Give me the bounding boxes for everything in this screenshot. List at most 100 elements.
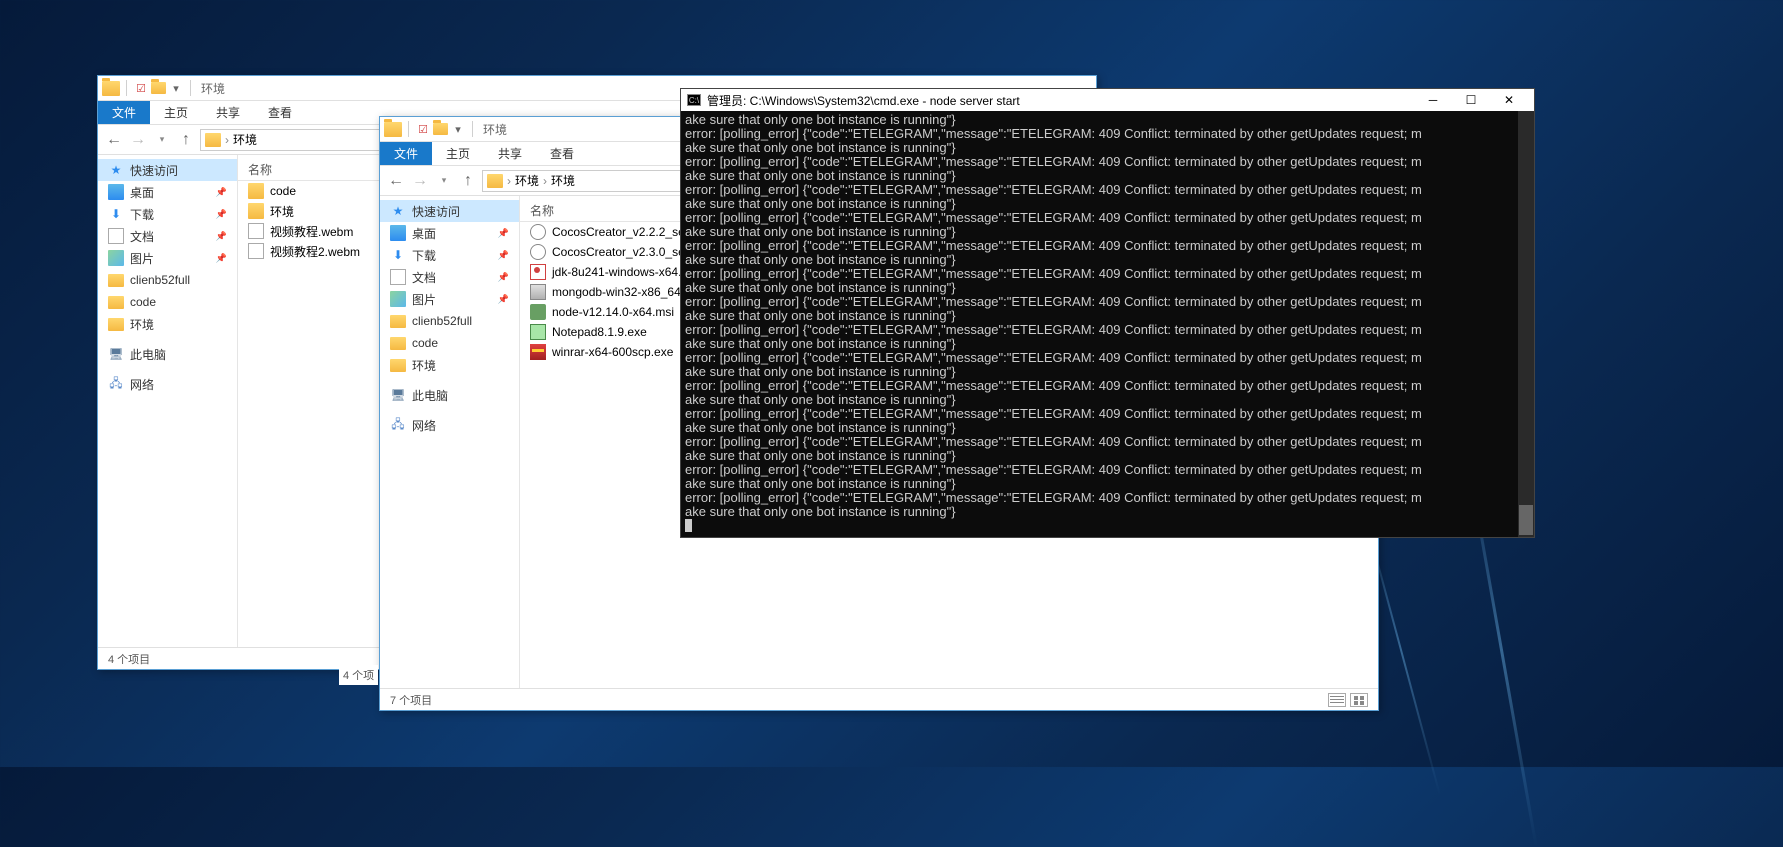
msi-icon — [530, 284, 546, 300]
tab-home[interactable]: 主页 — [432, 142, 484, 165]
pin-icon: 📌 — [498, 250, 509, 261]
pictures-icon — [390, 291, 406, 307]
forward-icon[interactable]: → — [410, 171, 430, 191]
path-segment[interactable]: 环境 — [551, 172, 575, 189]
pin-icon: 📌 — [216, 209, 227, 220]
minimize-button[interactable]: ─ — [1414, 90, 1452, 110]
chevron-right-icon[interactable]: › — [225, 133, 229, 147]
status-bar: 7 个项目 — [380, 688, 1378, 710]
sidebar-desktop[interactable]: 桌面📌 — [380, 222, 519, 244]
sidebar-documents[interactable]: 文档📌 — [98, 225, 237, 247]
scrollbar-thumb[interactable] — [1519, 505, 1533, 535]
sidebar-network[interactable]: 🖧网络 — [98, 373, 237, 395]
sidebar-quick-access[interactable]: ★快速访问 — [98, 159, 237, 181]
folder-icon — [390, 315, 406, 328]
sidebar-folder[interactable]: code — [98, 291, 237, 313]
forward-icon[interactable]: → — [128, 130, 148, 150]
sidebar-quick-access[interactable]: ★快速访问 — [380, 200, 519, 222]
tab-view[interactable]: 查看 — [536, 142, 588, 165]
sidebar-this-pc[interactable]: 🖥此电脑 — [98, 343, 237, 365]
sidebar-network[interactable]: 🖧网络 — [380, 414, 519, 436]
recent-icon[interactable]: ▾ — [152, 130, 172, 150]
sidebar-documents[interactable]: 文档📌 — [380, 266, 519, 288]
folder-icon[interactable] — [151, 82, 166, 94]
dropdown-icon[interactable]: ▾ — [450, 121, 466, 137]
npp-icon — [530, 324, 546, 340]
chevron-right-icon[interactable]: › — [543, 174, 547, 188]
details-view-icon[interactable] — [1328, 693, 1346, 707]
document-icon — [390, 269, 406, 285]
status-partial: 4 个项 — [339, 665, 378, 685]
file-name: 视频教程.webm — [270, 223, 353, 240]
file-name: code — [270, 184, 296, 198]
sidebar-folder[interactable]: clienb52full — [380, 310, 519, 332]
tab-share[interactable]: 共享 — [484, 142, 536, 165]
pin-icon: 📌 — [216, 187, 227, 198]
sidebar-folder[interactable]: 环境 — [380, 354, 519, 376]
sidebar-downloads[interactable]: ⬇下载📌 — [98, 203, 237, 225]
navigation-sidebar: ★快速访问 桌面📌 ⬇下载📌 文档📌 图片📌 clienb52full code… — [98, 155, 238, 647]
sidebar-downloads[interactable]: ⬇下载📌 — [380, 244, 519, 266]
scrollbar[interactable] — [1518, 111, 1534, 537]
cocos-icon — [530, 244, 546, 260]
file-name: 环境 — [270, 203, 294, 220]
file-name: winrar-x64-600scp.exe — [552, 345, 673, 359]
sidebar-pictures[interactable]: 图片📌 — [380, 288, 519, 310]
window-title: 环境 — [483, 121, 507, 138]
cocos-icon — [530, 224, 546, 240]
pc-icon: 🖥 — [108, 346, 124, 362]
sidebar-this-pc[interactable]: 🖥此电脑 — [380, 384, 519, 406]
sidebar-folder[interactable]: clienb52full — [98, 269, 237, 291]
path-segment[interactable]: 环境 — [515, 172, 539, 189]
up-icon[interactable]: ↑ — [458, 171, 478, 191]
back-icon[interactable]: ← — [104, 130, 124, 150]
star-icon: ★ — [108, 162, 124, 178]
pictures-icon — [108, 250, 124, 266]
webm-icon — [248, 223, 264, 239]
chevron-right-icon[interactable]: › — [507, 174, 511, 188]
pin-icon: 📌 — [216, 253, 227, 264]
tab-file[interactable]: 文件 — [380, 142, 432, 165]
folder-icon — [248, 203, 264, 219]
folder-icon — [102, 81, 120, 96]
sidebar-folder[interactable]: code — [380, 332, 519, 354]
dropdown-icon[interactable]: ▾ — [168, 80, 184, 96]
path-segment[interactable]: 环境 — [233, 131, 257, 148]
download-icon: ⬇ — [390, 247, 406, 263]
tab-share[interactable]: 共享 — [202, 101, 254, 124]
cmd-window[interactable]: C:\ 管理员: C:\Windows\System32\cmd.exe - n… — [680, 88, 1535, 538]
check-icon[interactable]: ☑ — [133, 80, 149, 96]
cursor — [685, 519, 692, 532]
check-icon[interactable]: ☑ — [415, 121, 431, 137]
file-name: node-v12.14.0-x64.msi — [552, 305, 674, 319]
tab-file[interactable]: 文件 — [98, 101, 150, 124]
cmd-titlebar[interactable]: C:\ 管理员: C:\Windows\System32\cmd.exe - n… — [681, 89, 1534, 111]
folder-icon — [487, 174, 503, 188]
cmd-title: 管理员: C:\Windows\System32\cmd.exe - node … — [707, 92, 1020, 109]
folder-icon — [248, 183, 264, 199]
close-button[interactable]: ✕ — [1490, 90, 1528, 110]
sidebar-desktop[interactable]: 桌面📌 — [98, 181, 237, 203]
star-icon: ★ — [390, 203, 406, 219]
tab-view[interactable]: 查看 — [254, 101, 306, 124]
network-icon: 🖧 — [108, 376, 124, 392]
icons-view-icon[interactable] — [1350, 693, 1368, 707]
node-icon — [530, 304, 546, 320]
folder-icon — [108, 318, 124, 331]
maximize-button[interactable]: ☐ — [1452, 90, 1490, 110]
item-count: 4 个项目 — [108, 651, 150, 667]
recent-icon[interactable]: ▾ — [434, 171, 454, 191]
document-icon — [108, 228, 124, 244]
cmd-output[interactable]: ake sure that only one bot instance is r… — [681, 111, 1534, 537]
file-name: jdk-8u241-windows-x64.exe — [552, 265, 701, 279]
network-icon: 🖧 — [390, 417, 406, 433]
download-icon: ⬇ — [108, 206, 124, 222]
folder-icon — [108, 296, 124, 309]
folder-icon — [384, 122, 402, 137]
folder-icon[interactable] — [433, 123, 448, 135]
tab-home[interactable]: 主页 — [150, 101, 202, 124]
up-icon[interactable]: ↑ — [176, 130, 196, 150]
back-icon[interactable]: ← — [386, 171, 406, 191]
sidebar-folder[interactable]: 环境 — [98, 313, 237, 335]
sidebar-pictures[interactable]: 图片📌 — [98, 247, 237, 269]
